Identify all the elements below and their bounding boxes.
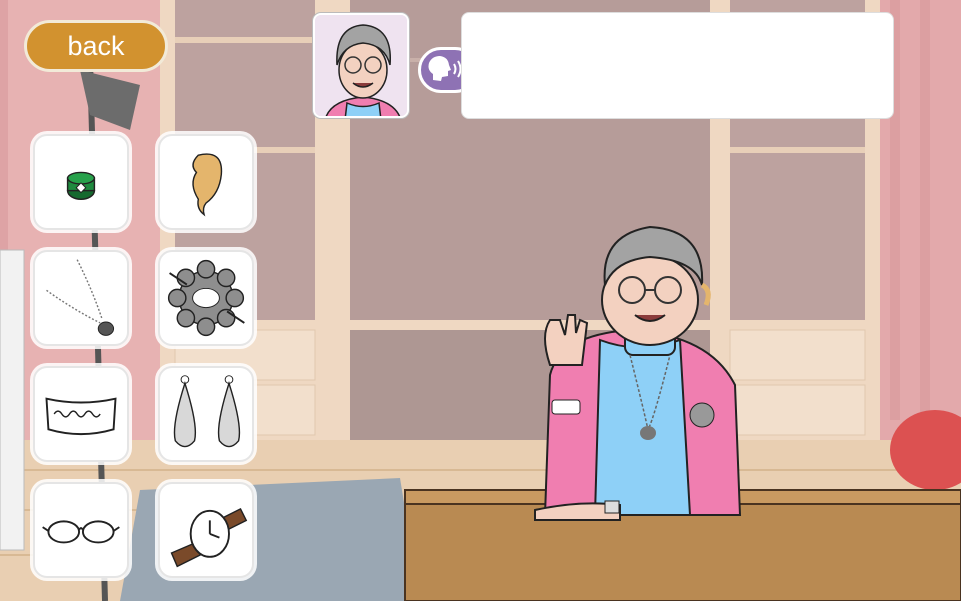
necklace-icon	[46, 259, 115, 336]
glasses-icon	[42, 520, 120, 544]
grandmother-avatar	[315, 15, 407, 116]
grandmother-character	[534, 225, 742, 521]
brooch-tile[interactable]	[158, 250, 254, 346]
hearing-aid-icon	[192, 153, 223, 217]
back-button[interactable]: back	[24, 20, 168, 72]
earrings-tile[interactable]	[158, 366, 254, 462]
dialogue-box	[461, 12, 894, 119]
earrings-icon	[173, 375, 241, 448]
ring-tile[interactable]	[33, 134, 129, 230]
bracelet-tile[interactable]	[33, 366, 129, 462]
watch-icon	[170, 507, 248, 568]
hearing-aid-tile[interactable]	[158, 134, 254, 230]
watch-tile[interactable]	[158, 482, 254, 578]
brooch-icon	[167, 259, 245, 337]
glasses-tile[interactable]	[33, 482, 129, 578]
necklace-tile[interactable]	[33, 250, 129, 346]
ring-icon	[66, 171, 96, 200]
speaker-portrait	[313, 13, 409, 118]
bracelet-icon	[45, 397, 117, 436]
